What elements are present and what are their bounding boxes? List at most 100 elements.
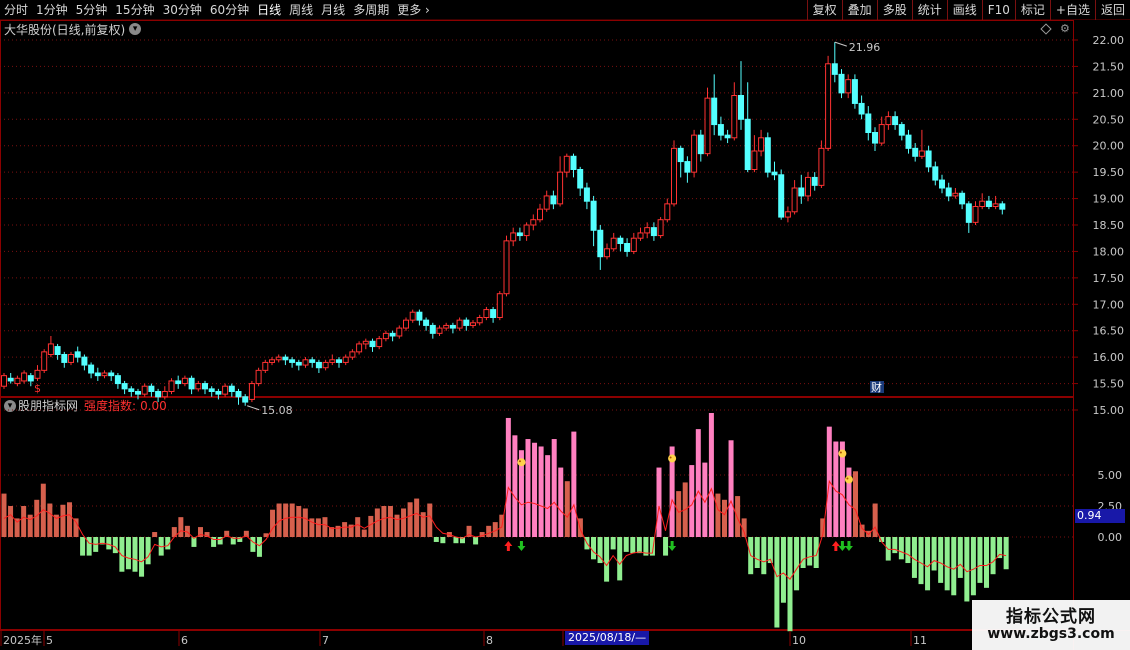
- price-tick-label: 16.00: [1093, 351, 1125, 364]
- period-tab-4[interactable]: 30分钟: [159, 0, 206, 20]
- time-label: 2025年: [3, 633, 42, 647]
- candle-body: [791, 187, 798, 213]
- candle-body: [979, 200, 986, 207]
- candle-body: [644, 227, 651, 234]
- indicator-bar: [1003, 537, 1009, 570]
- toolbar-button-3[interactable]: 统计: [911, 0, 947, 20]
- indicator-bar: [564, 481, 570, 537]
- indicator-bar: [532, 442, 538, 537]
- candle-body: [691, 134, 698, 173]
- candle-body: [630, 237, 637, 252]
- candle-body: [94, 372, 101, 377]
- indicator-bar: [119, 537, 125, 572]
- candle-body: [717, 124, 724, 136]
- toolbar-button-1[interactable]: 叠加: [841, 0, 877, 20]
- indicator-bar: [315, 518, 321, 537]
- candle-body: [409, 311, 416, 321]
- period-tab-1[interactable]: 1分钟: [32, 0, 72, 20]
- indicator-bar: [374, 508, 380, 537]
- candle-body: [798, 187, 805, 197]
- indicator-bar: [676, 491, 682, 537]
- candle-body: [389, 332, 396, 337]
- period-tab-7[interactable]: 周线: [285, 0, 317, 20]
- price-tick-label: 21.50: [1093, 60, 1125, 73]
- period-tab-0[interactable]: 分时: [0, 0, 32, 20]
- toolbar-button-8[interactable]: 返回: [1094, 0, 1130, 20]
- candle-body: [443, 324, 450, 329]
- candle-body: [664, 203, 671, 221]
- candle-body: [463, 319, 470, 326]
- indicator-bar: [636, 537, 642, 554]
- toolbar-button-7[interactable]: +自选: [1049, 0, 1095, 20]
- indicator-bar: [591, 537, 596, 560]
- star-marker-detail: [669, 456, 672, 459]
- toolbar-button-4[interactable]: 画线: [946, 0, 982, 20]
- time-label: 5: [46, 634, 53, 647]
- indicator-bar: [663, 537, 669, 556]
- candle-body: [657, 219, 664, 237]
- candle-body: [382, 332, 389, 340]
- candle-body: [885, 116, 892, 126]
- candle-body: [932, 166, 939, 181]
- candle-body: [322, 361, 329, 369]
- indicator-bar: [853, 471, 858, 537]
- candle-body: [637, 232, 644, 239]
- indicator-bar: [21, 506, 27, 537]
- star-marker-detail: [839, 451, 842, 454]
- candle-body: [624, 243, 631, 252]
- indicator-bar: [715, 493, 721, 537]
- candle-body: [537, 208, 543, 221]
- indicator-bar: [394, 514, 400, 537]
- candle-body: [68, 354, 74, 363]
- period-tab-8[interactable]: 月线: [317, 0, 349, 20]
- indicator-bar: [538, 446, 544, 537]
- candle-body: [329, 359, 336, 363]
- indicator-bar: [735, 496, 741, 537]
- period-tab-9[interactable]: 多周期: [349, 0, 393, 20]
- candle-body: [215, 391, 222, 395]
- price-tick-label: 19.50: [1093, 166, 1125, 179]
- buy-arrow-icon: [504, 541, 513, 551]
- candle-body: [557, 171, 564, 205]
- candle-body: [356, 343, 363, 353]
- candle-body: [530, 219, 537, 226]
- indicator-bar: [656, 467, 662, 537]
- toolbar-button-2[interactable]: 多股: [876, 0, 912, 20]
- candle-body: [376, 338, 383, 348]
- candle-body: [195, 383, 202, 390]
- candle-body: [7, 377, 14, 382]
- indicator-bar: [780, 537, 786, 603]
- toolbar-button-5[interactable]: F10: [981, 0, 1015, 20]
- candle-body: [188, 377, 195, 390]
- candle-body: [892, 116, 899, 126]
- indicator-bar: [414, 498, 420, 537]
- candle-body: [342, 356, 349, 363]
- indicator-bar: [106, 537, 112, 550]
- candle-body: [671, 147, 677, 205]
- candle-body: [349, 351, 356, 358]
- period-tab-6[interactable]: 日线: [253, 0, 285, 20]
- indicator-bar: [8, 506, 14, 537]
- more-button[interactable]: 更多 ›: [393, 0, 434, 20]
- period-tab-3[interactable]: 15分钟: [111, 0, 158, 20]
- candle-body: [865, 113, 872, 133]
- candle-body: [778, 174, 785, 218]
- indicator-bar: [433, 537, 439, 542]
- candle-body: [108, 372, 115, 377]
- watermark-url: www.zbgs3.com: [987, 626, 1115, 642]
- indicator-bar: [761, 537, 767, 575]
- toolbar-button-0[interactable]: 复权: [806, 0, 842, 20]
- kline-chart[interactable]: 22.00 21.50 21.00 20.50 20.00 19.50 19.00 18.50…: [0, 20, 1130, 650]
- indicator-bar: [892, 537, 898, 554]
- indicator-bar: [355, 517, 361, 537]
- candle-body: [161, 391, 168, 398]
- period-tab-2[interactable]: 5分钟: [72, 0, 112, 20]
- period-tab-5[interactable]: 60分钟: [206, 0, 253, 20]
- indicator-tick-label: 5.00: [1098, 469, 1123, 482]
- indicator-bar: [152, 532, 158, 537]
- candle-body: [550, 195, 557, 205]
- candle-body: [704, 97, 711, 155]
- indicator-bar: [545, 455, 551, 537]
- toolbar-button-6[interactable]: 标记: [1014, 0, 1050, 20]
- price-tick-label: 15.50: [1093, 378, 1125, 391]
